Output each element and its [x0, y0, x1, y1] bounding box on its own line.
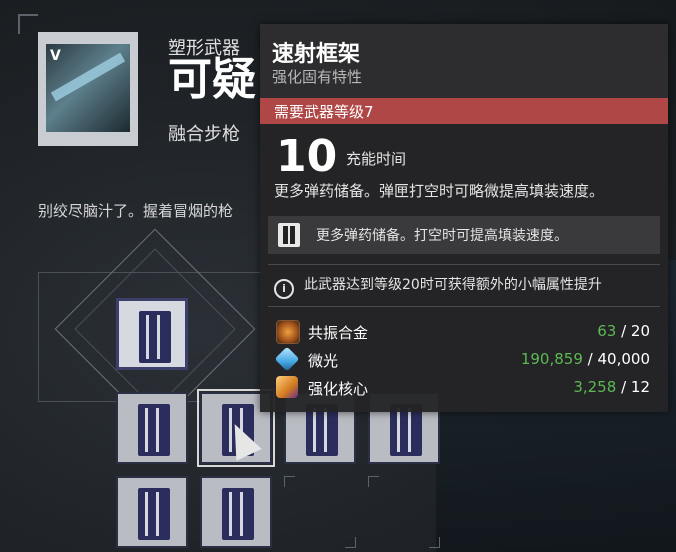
- weapon-icon: V: [38, 32, 138, 146]
- weapon-logo: V: [50, 48, 61, 64]
- tooltip-subtitle: 强化固有特性: [272, 68, 363, 86]
- weapon-subtype: 融合步枪: [168, 124, 240, 145]
- material-row: 共振合金 63 / 20: [272, 318, 656, 346]
- enhancement-core-icon: [276, 376, 298, 398]
- material-name: 微光: [308, 352, 339, 370]
- magazine-icon: [138, 404, 170, 456]
- resonant-alloy-icon: [276, 320, 300, 344]
- material-name: 共振合金: [308, 324, 369, 342]
- magazine-icon: [278, 223, 300, 247]
- magazine-icon: [222, 488, 254, 540]
- glimmer-icon: [274, 346, 300, 372]
- perk-tooltip: 速射框架 强化固有特性 需要武器等级7 10 充能时间 更多弹药储备。弹匣打空时…: [260, 24, 668, 412]
- perk-slot-option-5[interactable]: [116, 476, 188, 548]
- perk-slot-option-6[interactable]: [200, 476, 272, 548]
- material-amount: 63 / 20: [597, 322, 650, 340]
- magazine-icon: [138, 488, 170, 540]
- material-name: 强化核心: [308, 380, 369, 398]
- perk-slot-empty: [284, 476, 356, 548]
- stat-value: 10: [276, 131, 338, 182]
- weapon-flavor-text: 别绞尽脑汁了。握着冒烟的枪: [38, 202, 234, 220]
- tooltip-title: 速射框架: [272, 42, 361, 67]
- material-row: 微光 190,859 / 40,000: [272, 346, 656, 374]
- material-amount: 190,859 / 40,000: [520, 350, 650, 368]
- divider: [268, 306, 660, 307]
- info-icon: i: [274, 279, 294, 299]
- corner-bracket: [18, 14, 38, 34]
- level-info-text: 此武器达到等级20时可获得额外的小幅属性提升: [304, 277, 602, 293]
- perk-slot-main[interactable]: [116, 298, 188, 370]
- material-row: 强化核心 3,258 / 12: [272, 374, 656, 402]
- material-amount: 3,258 / 12: [573, 378, 650, 396]
- requirement-text: 需要武器等级7: [274, 103, 374, 121]
- perk-slot-empty: [368, 476, 440, 548]
- divider: [268, 264, 660, 265]
- stat-label: 充能时间: [346, 150, 407, 168]
- level-info: i 此武器达到等级20时可获得额外的小幅属性提升: [274, 274, 602, 299]
- enhanced-perk-description: 更多弹药储备。打空时可提高填装速度。: [316, 228, 568, 244]
- perk-description: 更多弹药储备。弹匣打空时可略微提高填装速度。: [274, 182, 605, 200]
- enhanced-perk-box: 更多弹药储备。打空时可提高填装速度。: [268, 216, 660, 254]
- tooltip-header: 速射框架 强化固有特性: [260, 24, 668, 98]
- weapon-name: 可疑: [168, 54, 256, 105]
- requirement-bar: 需要武器等级7: [260, 98, 668, 124]
- magazine-icon: [139, 311, 171, 363]
- perk-slot-option-1[interactable]: [116, 392, 188, 464]
